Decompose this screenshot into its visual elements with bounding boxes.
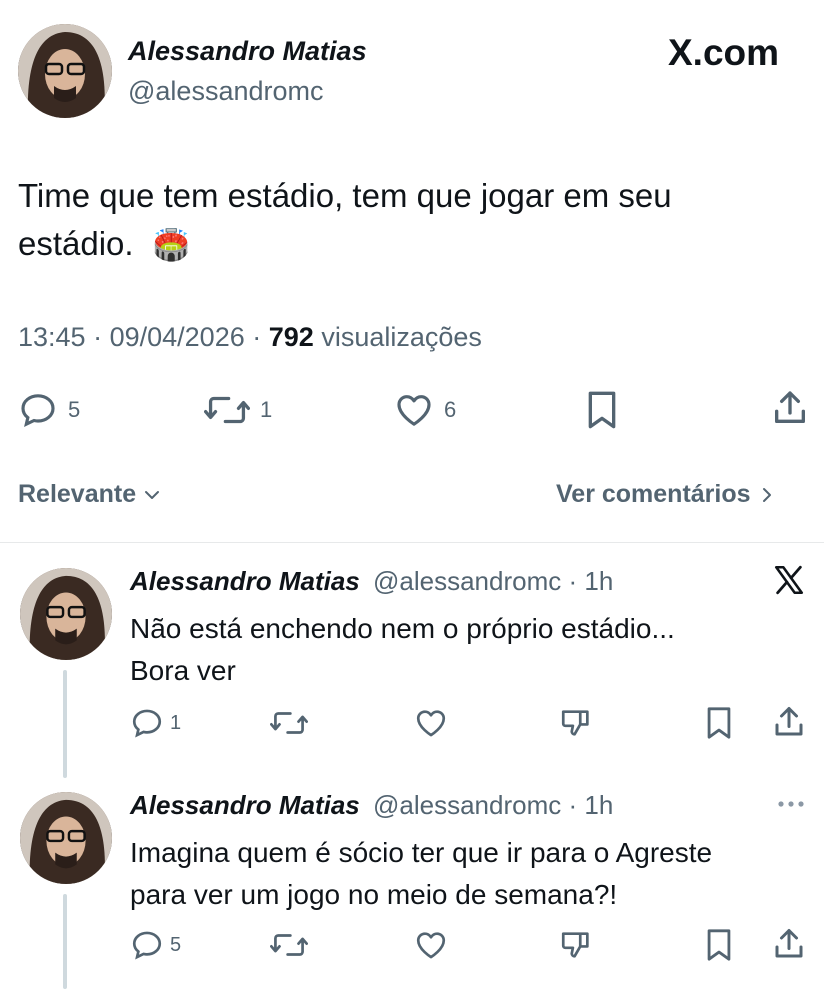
reply-reply-count: 1 xyxy=(170,711,182,734)
meta-separator: · xyxy=(252,322,269,352)
reply-bookmark-button[interactable] xyxy=(704,928,734,967)
reply-separator: · xyxy=(568,566,578,596)
reply-text: Não está enchendo nem o próprio estádio.… xyxy=(130,608,675,692)
reply-age[interactable]: 1h xyxy=(584,790,613,820)
reply-author-handle[interactable]: @alessandromc xyxy=(373,566,561,596)
reply-retweet-button[interactable] xyxy=(270,928,308,967)
reply-reply-action[interactable]: 5 xyxy=(130,928,181,962)
reply-dislike-button[interactable] xyxy=(558,928,594,967)
share-icon xyxy=(774,926,804,962)
reply-share-button[interactable] xyxy=(774,926,804,967)
reply-icon xyxy=(18,390,58,430)
reply-dislike-button[interactable] xyxy=(558,706,594,745)
reply-age[interactable]: 1h xyxy=(584,566,613,596)
reply-icon xyxy=(130,928,164,962)
reply-like-button[interactable] xyxy=(414,706,448,745)
bookmark-icon xyxy=(704,928,734,962)
share-button[interactable] xyxy=(772,388,808,433)
tweet-date[interactable]: 09/04/2026 xyxy=(110,322,245,352)
heart-icon xyxy=(394,390,434,430)
heart-icon xyxy=(414,706,448,740)
like-count: 6 xyxy=(444,397,457,422)
thumbs-down-icon xyxy=(558,928,594,962)
avatar-image xyxy=(18,24,112,118)
reply-separator: · xyxy=(568,790,578,820)
sort-dropdown[interactable]: Relevante xyxy=(18,480,162,509)
reply-text-line2: para ver um jogo no meio de semana?! xyxy=(130,879,618,910)
avatar-image xyxy=(20,792,112,884)
reply-text-line1: Não está enchendo nem o próprio estádio.… xyxy=(130,613,675,644)
tweet-text: Time que tem estádio, tem que jogar em s… xyxy=(18,172,672,270)
thumbs-down-icon xyxy=(558,706,594,740)
retweet-action[interactable]: 1 xyxy=(204,390,272,430)
reply-header: Alessandro Matias @alessandromc · 1h xyxy=(130,566,613,597)
reply-reply-count: 5 xyxy=(170,933,182,956)
section-divider xyxy=(0,542,824,543)
share-icon xyxy=(772,388,808,428)
reply-header: Alessandro Matias @alessandromc · 1h xyxy=(130,790,613,821)
reply-text: Imagina quem é sócio ter que ir para o A… xyxy=(130,832,712,916)
reply-action[interactable]: 5 xyxy=(18,390,80,430)
tweet-meta: 13:45 · 09/04/2026 · 792 visualizações xyxy=(18,322,482,353)
reply-text-line2: Bora ver xyxy=(130,655,236,686)
see-comments-label: Ver comentários xyxy=(556,480,751,508)
author-avatar[interactable] xyxy=(18,24,112,118)
reply-avatar[interactable] xyxy=(20,568,112,660)
retweet-icon xyxy=(270,928,308,962)
author-handle[interactable]: @alessandromc xyxy=(128,76,324,107)
retweet-count: 1 xyxy=(260,397,273,422)
retweet-icon xyxy=(270,706,308,740)
reply-text-line1: Imagina quem é sócio ter que ir para o A… xyxy=(130,837,713,868)
reply-count: 5 xyxy=(68,397,81,422)
share-icon xyxy=(774,704,804,740)
views-label: visualizações xyxy=(321,322,482,352)
see-comments-link[interactable]: Ver comentários xyxy=(556,480,775,509)
bookmark-icon xyxy=(704,706,734,740)
bookmark-icon xyxy=(584,390,620,430)
reply-bookmark-button[interactable] xyxy=(704,706,734,745)
reply-share-button[interactable] xyxy=(774,704,804,745)
reply-icon xyxy=(130,706,164,740)
reply-author-name[interactable]: Alessandro Matias xyxy=(130,790,360,820)
reply-avatar[interactable] xyxy=(20,792,112,884)
reply-like-button[interactable] xyxy=(414,928,448,967)
thread-line xyxy=(63,670,67,778)
author-name[interactable]: Alessandro Matias xyxy=(128,36,367,67)
brand-logo: X.com xyxy=(668,32,779,74)
x-logo-icon xyxy=(772,562,806,603)
retweet-icon xyxy=(204,390,250,430)
more-options-button[interactable] xyxy=(776,796,806,817)
heart-icon xyxy=(414,928,448,962)
chevron-down-icon xyxy=(142,485,162,505)
reply-reply-action[interactable]: 1 xyxy=(130,706,181,740)
bookmark-button[interactable] xyxy=(584,390,620,435)
more-icon xyxy=(776,796,806,812)
chevron-right-icon xyxy=(759,485,775,505)
tweet-text-line1: Time que tem estádio, tem que jogar em s… xyxy=(18,177,672,214)
reply-retweet-button[interactable] xyxy=(270,706,308,745)
tweet-time[interactable]: 13:45 xyxy=(18,322,86,352)
reply-author-handle[interactable]: @alessandromc xyxy=(373,790,561,820)
meta-separator: · xyxy=(93,322,110,352)
views-count: 792 xyxy=(268,322,314,352)
stadium-emoji: 🏟️ xyxy=(152,229,191,262)
thread-line xyxy=(63,894,67,989)
like-action[interactable]: 6 xyxy=(394,390,456,430)
avatar-image xyxy=(20,568,112,660)
reply-author-name[interactable]: Alessandro Matias xyxy=(130,566,360,596)
tweet-text-line2: estádio. xyxy=(18,225,134,262)
brand-label: X.com xyxy=(668,32,780,73)
sort-label: Relevante xyxy=(18,480,137,508)
